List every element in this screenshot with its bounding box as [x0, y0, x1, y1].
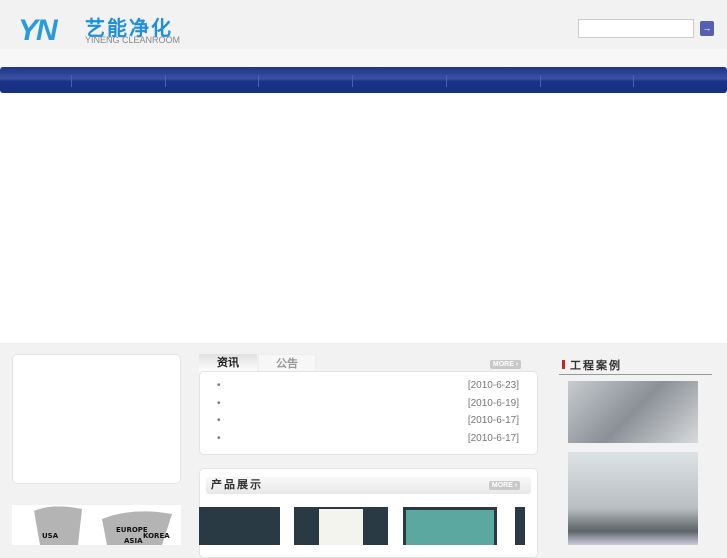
products-title: 产品展示: [206, 477, 531, 494]
bullet: •: [217, 415, 221, 426]
nav-item[interactable]: [353, 75, 447, 87]
product-thumbnail[interactable]: [199, 507, 280, 545]
nav-item[interactable]: [447, 75, 541, 87]
news-date: [2010-6-19]: [467, 398, 519, 409]
search-button[interactable]: →: [700, 21, 714, 36]
case-image[interactable]: [568, 452, 698, 545]
logo-mark[interactable]: YN: [18, 14, 58, 48]
main-nav: [0, 67, 727, 93]
map-label: KOREA: [143, 532, 170, 540]
header-band: [0, 49, 727, 67]
world-map-graphic: USA EUROPE KOREA ASIA: [34, 506, 172, 545]
tab-news[interactable]: 资讯: [199, 354, 257, 372]
product-thumbnail[interactable]: [515, 507, 525, 545]
nav-item[interactable]: [541, 75, 635, 87]
search-input[interactable]: [578, 19, 694, 38]
list-item[interactable]: • [2010-6-17]: [217, 415, 519, 432]
banner: [0, 93, 727, 343]
nav-item[interactable]: [634, 75, 727, 87]
bullet: •: [217, 380, 221, 391]
map-label: USA: [42, 532, 59, 540]
products-more-button[interactable]: MORE ›: [489, 481, 520, 490]
case-image[interactable]: [568, 381, 698, 443]
bullet: •: [217, 398, 221, 409]
nav-item[interactable]: [72, 75, 166, 87]
nav-item[interactable]: [259, 75, 354, 87]
list-item[interactable]: • [2010-6-23]: [217, 380, 519, 397]
cases-title: 工程案例: [570, 360, 622, 372]
news-more-button[interactable]: MORE ›: [490, 360, 521, 369]
world-map: USA EUROPE KOREA ASIA: [12, 505, 181, 545]
product-thumbnail[interactable]: [294, 507, 388, 545]
left-panel: [12, 354, 181, 484]
divider: [559, 374, 712, 375]
list-item[interactable]: • [2010-6-17]: [217, 433, 519, 450]
logo-english: YINENG CLEANROOM: [85, 35, 181, 45]
news-date: [2010-6-17]: [467, 415, 519, 426]
map-label: ASIA: [124, 537, 143, 545]
product-thumbnail[interactable]: [403, 507, 497, 545]
nav-item[interactable]: [166, 75, 260, 87]
list-item[interactable]: • [2010-6-19]: [217, 398, 519, 415]
bullet: •: [217, 433, 221, 444]
news-date: [2010-6-17]: [467, 433, 519, 444]
tab-notices[interactable]: 公告: [258, 354, 316, 372]
nav-item[interactable]: [0, 75, 72, 87]
section-marker-icon: [562, 360, 565, 369]
news-date: [2010-6-23]: [467, 380, 519, 391]
